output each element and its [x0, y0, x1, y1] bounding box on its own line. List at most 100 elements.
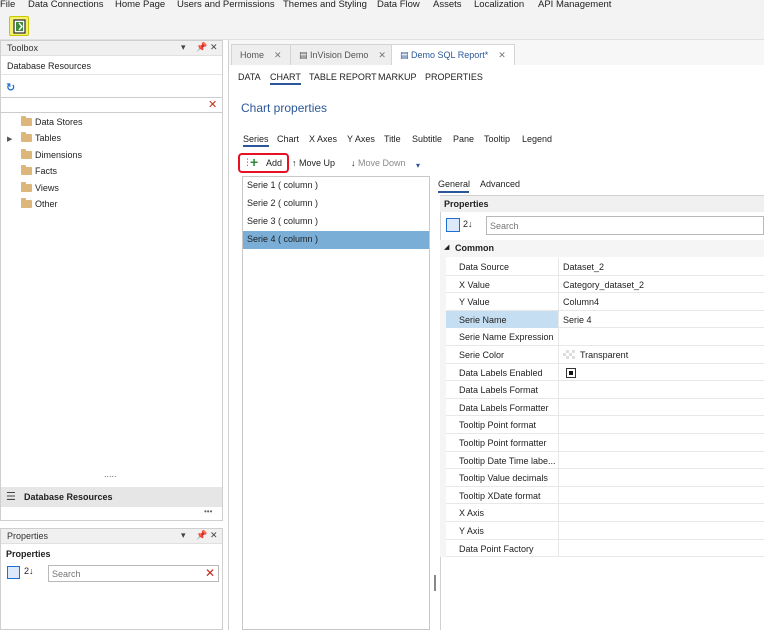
resize-grip[interactable]: ..... — [104, 469, 117, 479]
list-item[interactable]: Serie 4 ( column ) — [243, 231, 429, 249]
tab-demo-sql-report[interactable]: ▤ Demo SQL Report* ✕ — [391, 44, 515, 66]
property-row[interactable]: Y Axis — [446, 522, 764, 540]
subtab-data[interactable]: DATA — [238, 72, 261, 82]
sort-az-icon[interactable]: 2↓ — [463, 219, 473, 229]
tree-item-views[interactable]: Views — [21, 182, 59, 197]
transparent-swatch-icon — [563, 350, 575, 359]
refresh-icon[interactable]: ↻ — [6, 81, 15, 94]
column-divider — [558, 363, 559, 381]
clear-search-icon[interactable]: ✕ — [208, 98, 217, 111]
property-value[interactable]: Category_dataset_2 — [563, 280, 644, 290]
tab-invision-demo[interactable]: ▤ InVision Demo ✕ — [290, 44, 395, 66]
property-row[interactable]: Serie Name Serie 4 — [446, 310, 764, 329]
splitter-handle[interactable] — [434, 575, 436, 591]
tree-item-other[interactable]: Other — [21, 198, 58, 213]
move-down-button[interactable]: ↓ Move Down — [351, 158, 406, 168]
categorized-view-icon[interactable] — [446, 218, 460, 232]
property-row[interactable]: Data Labels Formatter — [446, 398, 764, 417]
sort-az-icon[interactable]: 2↓ — [24, 566, 34, 576]
tree-item-tables[interactable]: Tables — [21, 132, 61, 147]
database-resources-label: Database Resources — [7, 61, 92, 71]
properties-search-input[interactable]: ✕ — [48, 565, 219, 582]
property-row[interactable]: X Value Category_dataset_2 — [446, 275, 764, 294]
tree-item-facts[interactable]: Facts — [21, 165, 57, 180]
property-value[interactable]: Serie 4 — [563, 315, 592, 325]
subtab-properties[interactable]: PROPERTIES — [425, 72, 483, 82]
tab-title[interactable]: Title — [384, 134, 401, 144]
menu-data-flow[interactable]: Data Flow — [377, 0, 420, 10]
more-icon[interactable]: ••• — [204, 507, 212, 516]
close-tab-icon[interactable]: ✕ — [274, 50, 282, 60]
pin-icon[interactable]: 📌 — [196, 42, 207, 53]
overflow-dropdown-icon[interactable]: ▾ — [416, 161, 420, 170]
property-row[interactable]: Y Value Column4 — [446, 293, 764, 311]
property-row[interactable]: Data Labels Enabled — [446, 363, 764, 382]
subtab-markup[interactable]: MARKUP — [378, 72, 417, 82]
chart-properties-title: Chart properties — [241, 101, 328, 115]
tree-item-data-stores[interactable]: Data Stores — [21, 116, 83, 131]
expand-arrow-icon[interactable]: ▶ — [7, 135, 12, 143]
property-row[interactable]: X Axis — [446, 504, 764, 522]
subtab-chart[interactable]: CHART — [270, 72, 301, 85]
close-icon[interactable]: ✕ — [210, 42, 218, 53]
close-tab-icon[interactable]: ✕ — [378, 50, 386, 60]
categorized-view-icon[interactable] — [7, 566, 20, 579]
property-row[interactable]: Data Labels Format — [446, 381, 764, 399]
dropdown-icon[interactable]: ▾ — [181, 42, 186, 53]
property-row[interactable]: Data Source Dataset_2 — [446, 258, 764, 276]
tab-x-axes[interactable]: X Axes — [309, 134, 337, 144]
tab-y-axes[interactable]: Y Axes — [347, 134, 375, 144]
menu-api-management[interactable]: API Management — [538, 0, 611, 10]
property-value[interactable]: Dataset_2 — [563, 262, 604, 272]
close-icon[interactable]: ✕ — [210, 530, 218, 541]
tab-legend[interactable]: Legend — [522, 134, 552, 144]
property-row[interactable]: Tooltip Point format — [446, 416, 764, 434]
move-up-button[interactable]: ↑ Move Up — [292, 158, 335, 168]
property-row[interactable]: Tooltip XDate format — [446, 486, 764, 505]
collapse-triangle-icon[interactable]: ◢ — [444, 243, 449, 251]
tab-chart[interactable]: Chart — [277, 134, 299, 144]
menu-assets[interactable]: Assets — [433, 0, 462, 10]
pin-icon[interactable]: 📌 — [196, 530, 207, 541]
grid-search-input[interactable] — [486, 216, 764, 235]
category-header[interactable]: ◢ Common — [440, 240, 764, 257]
database-resources-footer[interactable]: ☰ Database Resources — [1, 487, 222, 507]
tab-tooltip[interactable]: Tooltip — [484, 134, 510, 144]
menu-themes-styling[interactable]: Themes and Styling — [283, 0, 367, 10]
toolbox-toggle-button[interactable] — [9, 16, 29, 36]
folder-icon — [21, 165, 32, 175]
add-series-button[interactable]: ⋮ + Add — [238, 153, 289, 173]
property-value[interactable]: Column4 — [563, 297, 599, 307]
toolbox-search-input[interactable]: ✕ — [1, 97, 222, 113]
dropdown-icon[interactable]: ▾ — [181, 530, 186, 541]
subtab-table-report[interactable]: TABLE REPORT — [309, 72, 377, 82]
property-row[interactable]: Tooltip Point formatter — [446, 434, 764, 452]
menu-file[interactable]: File — [0, 0, 15, 10]
list-item[interactable]: Serie 2 ( column ) — [243, 195, 429, 213]
property-row[interactable]: Serie Name Expression — [446, 328, 764, 346]
list-item[interactable]: Serie 3 ( column ) — [243, 213, 429, 231]
menu-localization[interactable]: Localization — [474, 0, 524, 10]
property-row[interactable]: Tooltip Date Time labe... — [446, 451, 764, 470]
tab-home[interactable]: Home ✕ — [231, 44, 291, 66]
tab-pane[interactable]: Pane — [453, 134, 474, 144]
tab-advanced[interactable]: Advanced — [480, 179, 520, 189]
clear-search-icon[interactable]: ✕ — [205, 566, 215, 580]
checkbox[interactable] — [566, 367, 576, 378]
menu-users-permissions[interactable]: Users and Permissions — [177, 0, 275, 10]
tree-item-dimensions[interactable]: Dimensions — [21, 149, 82, 164]
property-value[interactable]: Transparent — [563, 350, 628, 360]
property-row[interactable]: Data Point Factory — [446, 539, 764, 558]
folder-icon — [21, 116, 32, 126]
tab-general[interactable]: General — [438, 179, 470, 189]
close-tab-icon[interactable]: ✕ — [498, 50, 506, 60]
list-item[interactable]: Serie 1 ( column ) — [243, 177, 429, 195]
property-row[interactable]: Tooltip Value decimals — [446, 469, 764, 487]
column-divider — [558, 275, 559, 293]
tab-series[interactable]: Series — [243, 134, 269, 147]
property-value[interactable] — [563, 367, 576, 380]
property-row[interactable]: Serie Color Transparent — [446, 346, 764, 364]
tab-subtitle[interactable]: Subtitle — [412, 134, 442, 144]
menu-home-page[interactable]: Home Page — [115, 0, 165, 10]
menu-data-connections[interactable]: Data Connections — [28, 0, 104, 10]
